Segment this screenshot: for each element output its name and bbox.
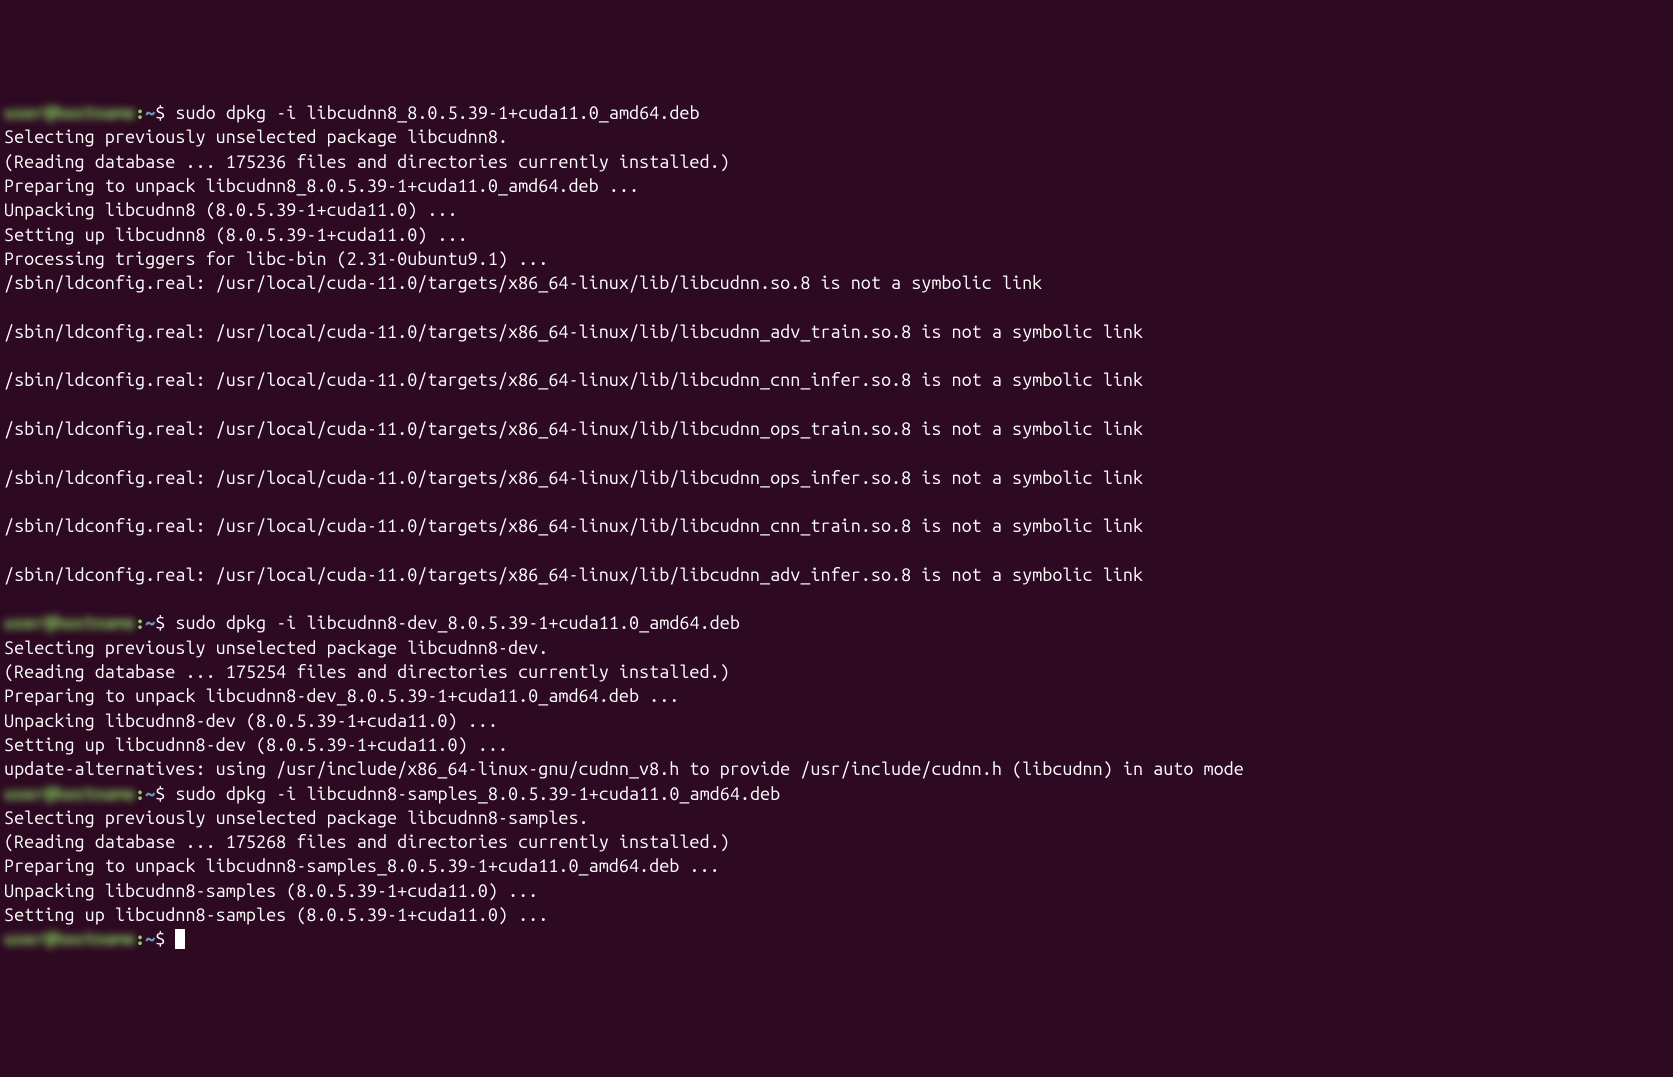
output-line: /sbin/ldconfig.real: /usr/local/cuda-11.… — [4, 368, 1669, 392]
output-line: /sbin/ldconfig.real: /usr/local/cuda-11.… — [4, 271, 1669, 295]
output-line: /sbin/ldconfig.real: /usr/local/cuda-11.… — [4, 320, 1669, 344]
prompt-line-4[interactable]: user@hostname:~$ — [4, 927, 1669, 951]
output-line: Setting up libcudnn8 (8.0.5.39-1+cuda11.… — [4, 223, 1669, 247]
command-input-2: sudo dpkg -i libcudnn8-dev_8.0.5.39-1+cu… — [175, 613, 739, 633]
prompt-path: ~ — [145, 103, 155, 123]
output-line: Selecting previously unselected package … — [4, 636, 1669, 660]
output-line: (Reading database ... 175236 files and d… — [4, 150, 1669, 174]
command-input-3: sudo dpkg -i libcudnn8-samples_8.0.5.39-… — [175, 784, 780, 804]
output-line: /sbin/ldconfig.real: /usr/local/cuda-11.… — [4, 417, 1669, 441]
prompt-dollar: $ — [155, 929, 165, 949]
prompt-user-host: user@hostname — [4, 103, 135, 123]
output-line — [4, 490, 1669, 514]
prompt-dollar: $ — [155, 784, 165, 804]
output-line: Unpacking libcudnn8 (8.0.5.39-1+cuda11.0… — [4, 198, 1669, 222]
prompt-separator: : — [135, 613, 145, 633]
output-line: Preparing to unpack libcudnn8_8.0.5.39-1… — [4, 174, 1669, 198]
output-line — [4, 296, 1669, 320]
output-line — [4, 441, 1669, 465]
prompt-user-host: user@hostname — [4, 929, 135, 949]
output-line — [4, 539, 1669, 563]
prompt-path: ~ — [145, 784, 155, 804]
prompt-path: ~ — [145, 929, 155, 949]
prompt-dollar: $ — [155, 613, 165, 633]
output-line — [4, 344, 1669, 368]
prompt-line-3: user@hostname:~$ sudo dpkg -i libcudnn8-… — [4, 782, 1669, 806]
prompt-line-2: user@hostname:~$ sudo dpkg -i libcudnn8-… — [4, 611, 1669, 635]
output-line: Preparing to unpack libcudnn8-samples_8.… — [4, 854, 1669, 878]
terminal-cursor[interactable] — [175, 929, 185, 949]
output-line: (Reading database ... 175268 files and d… — [4, 830, 1669, 854]
prompt-line-1: user@hostname:~$ sudo dpkg -i libcudnn8_… — [4, 101, 1669, 125]
output-line — [4, 393, 1669, 417]
prompt-path: ~ — [145, 613, 155, 633]
prompt-dollar: $ — [155, 103, 165, 123]
output-line: update-alternatives: using /usr/include/… — [4, 757, 1669, 781]
output-line: Preparing to unpack libcudnn8-dev_8.0.5.… — [4, 684, 1669, 708]
prompt-separator: : — [135, 929, 145, 949]
output-line — [4, 587, 1669, 611]
output-line: Setting up libcudnn8-samples (8.0.5.39-1… — [4, 903, 1669, 927]
output-line: /sbin/ldconfig.real: /usr/local/cuda-11.… — [4, 563, 1669, 587]
output-line: Processing triggers for libc-bin (2.31-0… — [4, 247, 1669, 271]
output-line: Setting up libcudnn8-dev (8.0.5.39-1+cud… — [4, 733, 1669, 757]
output-line: /sbin/ldconfig.real: /usr/local/cuda-11.… — [4, 514, 1669, 538]
output-line: Unpacking libcudnn8-samples (8.0.5.39-1+… — [4, 879, 1669, 903]
output-line: Unpacking libcudnn8-dev (8.0.5.39-1+cuda… — [4, 709, 1669, 733]
command-input-1: sudo dpkg -i libcudnn8_8.0.5.39-1+cuda11… — [175, 103, 699, 123]
prompt-separator: : — [135, 784, 145, 804]
output-line: Selecting previously unselected package … — [4, 806, 1669, 830]
output-line: Selecting previously unselected package … — [4, 125, 1669, 149]
prompt-user-host: user@hostname — [4, 784, 135, 804]
terminal-window[interactable]: user@hostname:~$ sudo dpkg -i libcudnn8_… — [4, 101, 1669, 951]
prompt-user-host: user@hostname — [4, 613, 135, 633]
prompt-separator: : — [135, 103, 145, 123]
output-line: (Reading database ... 175254 files and d… — [4, 660, 1669, 684]
output-line: /sbin/ldconfig.real: /usr/local/cuda-11.… — [4, 466, 1669, 490]
